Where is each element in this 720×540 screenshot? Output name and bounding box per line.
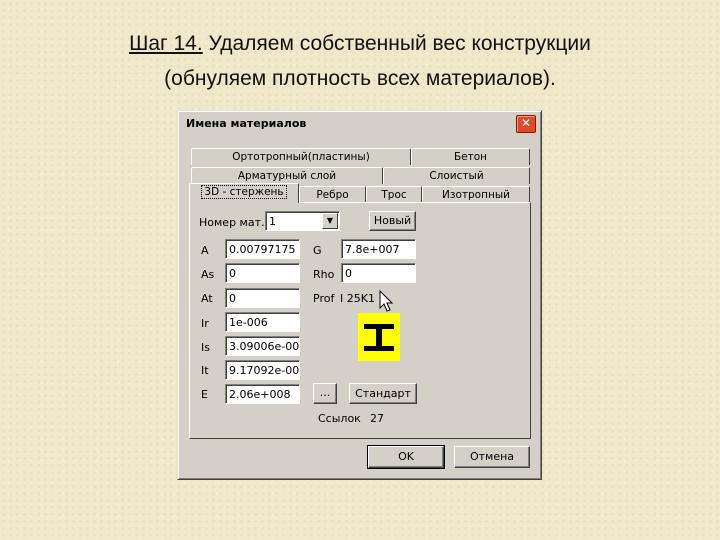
new-button[interactable]: Новый [369, 211, 416, 231]
label-prof: Prof [313, 292, 335, 305]
field-is[interactable]: 3.09006e-005 [225, 336, 300, 356]
label-ir: Ir [201, 317, 209, 330]
tab-cable[interactable]: Трос [366, 186, 422, 203]
label-e: E [201, 388, 208, 401]
refs-label: Ссылок [318, 412, 361, 425]
cancel-button[interactable]: Отмена [454, 446, 530, 468]
standard-button[interactable]: Стандарт [349, 383, 417, 404]
tab-reinforcement-layer[interactable]: Арматурный слой [191, 167, 383, 184]
field-rho[interactable]: 0 [341, 263, 416, 283]
field-it[interactable]: 9.17092e-005 [225, 360, 300, 380]
material-names-dialog: Имена материалов ✕ Ортотропный(пластины)… [177, 110, 542, 480]
slide-title-line-1: Шаг 14. Удаляем собственный вес конструк… [0, 26, 720, 61]
field-a[interactable]: 0.00797175 [225, 239, 300, 259]
tab-orthotropic[interactable]: Ортотропный(пластины) [191, 148, 411, 165]
ok-button[interactable]: OK [367, 445, 445, 469]
field-as[interactable]: 0 [225, 263, 300, 283]
ellipsis-button[interactable]: ... [313, 383, 337, 404]
tab-layered[interactable]: Слоистый [383, 167, 530, 184]
tab-concrete[interactable]: Бетон [411, 148, 530, 165]
tab-3d-bar[interactable]: 3D - стержень [189, 183, 299, 203]
dialog-title: Имена материалов [186, 117, 307, 130]
step-heading: Удаляем собственный вес конструкции [202, 32, 591, 55]
label-a: A [201, 244, 209, 257]
label-it: It [201, 364, 209, 377]
material-number-select[interactable]: 1 ▼ [265, 211, 340, 231]
tab-isotropic[interactable]: Изотропный [422, 186, 530, 203]
beam-profile-icon[interactable] [358, 313, 400, 361]
field-ir[interactable]: 1e-006 [225, 312, 300, 332]
label-rho: Rho [313, 268, 335, 281]
field-e[interactable]: 2.06e+008 [225, 384, 300, 404]
refs-count: 27 [370, 412, 384, 425]
label-as: As [201, 268, 215, 281]
chevron-down-icon[interactable]: ▼ [322, 213, 338, 229]
mouse-pointer-icon [379, 290, 394, 312]
material-number-label: Номер мат. [199, 216, 265, 229]
dialog-titlebar[interactable]: Имена материалов ✕ [181, 114, 538, 133]
tab-3d-bar-label: 3D - стержень [201, 185, 287, 199]
slide-title: Шаг 14. Удаляем собственный вес конструк… [0, 26, 720, 96]
close-button[interactable]: ✕ [516, 115, 536, 133]
slide-subtitle: (обнуляем плотность всех материалов). [164, 67, 556, 90]
label-g: G [313, 244, 322, 257]
step-number: Шаг 14. [129, 32, 203, 55]
material-number-value: 1 [269, 215, 276, 228]
label-at: At [201, 292, 213, 305]
field-at[interactable]: 0 [225, 288, 300, 308]
profile-value[interactable]: I 25K1 [340, 292, 375, 305]
label-is: Is [201, 341, 210, 354]
i-beam-icon [364, 324, 394, 351]
field-g[interactable]: 7.8e+007 [341, 239, 416, 259]
tab-rib[interactable]: Ребро [299, 186, 366, 203]
